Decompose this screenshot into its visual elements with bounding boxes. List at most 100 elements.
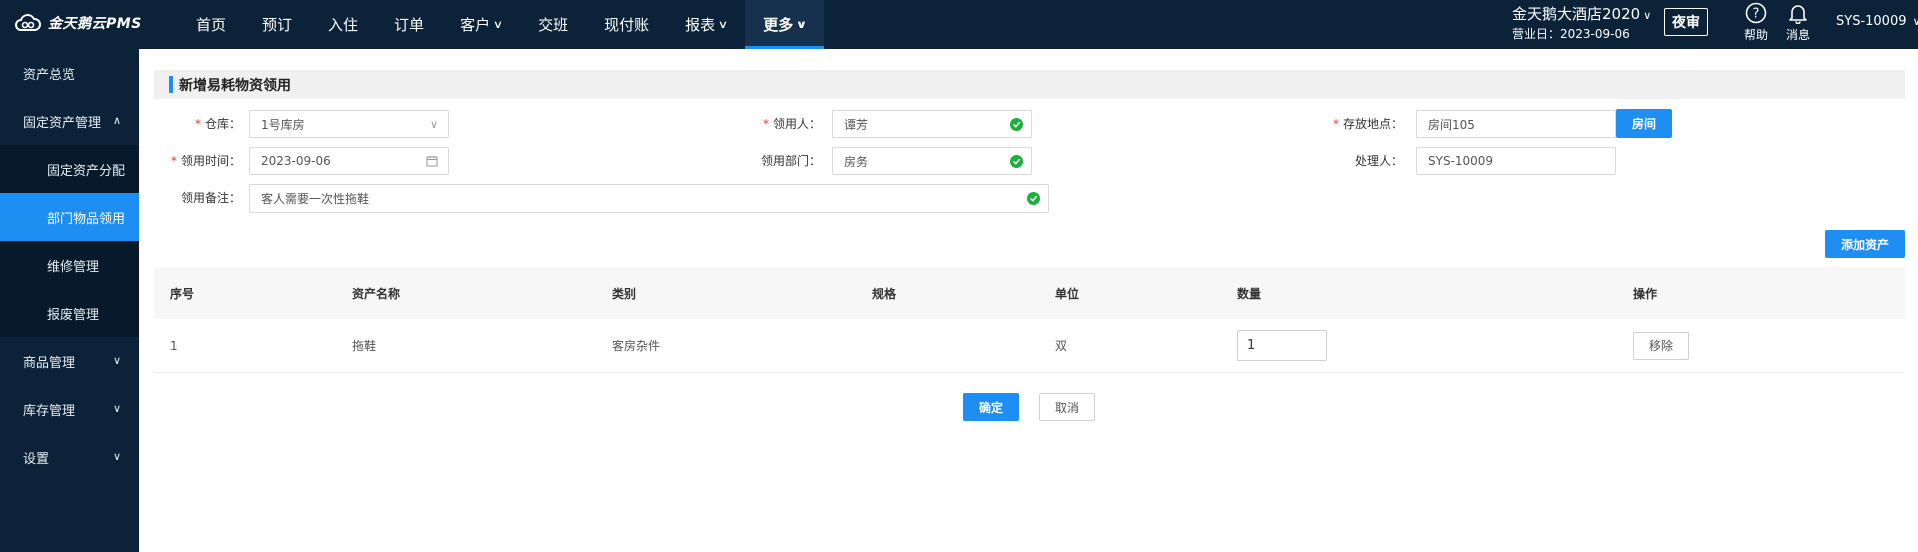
messages-button[interactable]: 消息 — [1778, 2, 1818, 43]
handler-value: SYS-10009 — [1428, 154, 1494, 168]
location-input[interactable]: 房间105 — [1416, 110, 1616, 138]
nav-home[interactable]: 首页 — [178, 0, 244, 49]
cloud-logo-icon — [15, 14, 41, 31]
column-header: 资产名称 — [352, 286, 401, 301]
help-icon: ? — [1745, 2, 1767, 24]
column-header: 单位 — [1055, 286, 1080, 301]
nav-label: 订单 — [394, 16, 425, 34]
department-input[interactable]: 房务 — [832, 147, 1032, 175]
required-mark: * — [194, 117, 201, 131]
remark-input[interactable]: 客人需要一次性拖鞋 — [249, 184, 1049, 213]
asset-unit: 双 — [1055, 339, 1068, 353]
table-header: 序号 资产名称 类别 规格 单位 数量 操作 — [154, 267, 1905, 319]
nav-label: 入住 — [328, 16, 359, 34]
cancel-button[interactable]: 取消 — [1039, 393, 1095, 421]
sidebar-item-asset-overview[interactable]: 资产总览 — [0, 49, 139, 97]
location-label: * 存放地点： — [1299, 115, 1403, 132]
location-label-text: 存放地点： — [1342, 117, 1403, 131]
confirm-button[interactable]: 确定 — [963, 393, 1019, 421]
remove-button[interactable]: 移除 — [1633, 331, 1689, 360]
night-audit-button[interactable]: 夜审 — [1664, 8, 1708, 36]
date-label-text: 领用时间： — [180, 154, 241, 168]
sidebar-item-label: 设置 — [23, 451, 50, 467]
handler-label-text: 处理人： — [1354, 154, 1403, 168]
user-menu[interactable]: SYS-10009 ∨ — [1836, 14, 1918, 29]
sidebar: 资产总览 固定资产管理 ∧ 固定资产分配 部门物品领用 维修管理 报废管理 商品管… — [0, 49, 139, 552]
sidebar-item-label: 资产总览 — [23, 67, 76, 83]
handler-input[interactable]: SYS-10009 — [1416, 147, 1616, 175]
room-picker-button[interactable]: 房间 — [1616, 109, 1672, 138]
nav-shift[interactable]: 交班 — [520, 0, 586, 49]
nav-cash-account[interactable]: 现付账 — [586, 0, 667, 49]
nav-reservation[interactable]: 预订 — [244, 0, 310, 49]
asset-table: 序号 资产名称 类别 规格 单位 数量 操作 1 拖鞋 客房杂件 双 1 移除 — [154, 267, 1905, 373]
nav-more[interactable]: 更多 ∨ — [745, 0, 825, 49]
sidebar-item-settings[interactable]: 设置 ∨ — [0, 433, 139, 481]
date-label: * 领用时间： — [139, 152, 241, 169]
sidebar-item-products[interactable]: 商品管理 ∨ — [0, 337, 139, 385]
quantity-cell: 1 — [1237, 319, 1327, 372]
sidebar-item-maintenance[interactable]: 维修管理 — [0, 241, 139, 289]
remark-label: 领用备注： — [139, 189, 241, 206]
remark-value: 客人需要一次性拖鞋 — [261, 192, 370, 206]
column-header: 数量 — [1237, 286, 1262, 301]
remark-label-text: 领用备注： — [180, 191, 241, 205]
row-index: 1 — [170, 338, 178, 353]
main-nav: 首页 预订 入住 订单 客户 ∨ 交班 现付账 报表 ∨ 更多 ∨ — [178, 0, 825, 49]
app-logo[interactable]: 金天鹅云PMS — [14, 13, 142, 33]
nav-orders[interactable]: 订单 — [376, 0, 442, 49]
sidebar-item-label: 固定资产管理 — [23, 115, 102, 131]
sidebar-item-scrap[interactable]: 报废管理 — [0, 289, 139, 337]
recipient-label-text: 领用人： — [772, 117, 821, 131]
department-value: 房务 — [844, 154, 869, 169]
nav-label: 交班 — [538, 16, 569, 34]
chevron-down-icon: ∨ — [717, 18, 729, 31]
bell-icon — [1789, 5, 1807, 24]
nav-customers[interactable]: 客户 ∨ — [442, 0, 520, 49]
chevron-down-icon: ∨ — [795, 18, 808, 31]
asset-name: 拖鞋 — [352, 339, 377, 353]
quantity-input[interactable]: 1 — [1237, 330, 1327, 361]
date-value: 2023-09-06 — [261, 154, 331, 168]
chevron-down-icon: ∨ — [112, 354, 121, 367]
chevron-down-icon: ∨ — [112, 402, 121, 415]
nav-reports[interactable]: 报表 ∨ — [667, 0, 745, 49]
required-mark: * — [1332, 117, 1339, 131]
sidebar-item-label: 部门物品领用 — [47, 211, 126, 227]
department-label: 领用部门： — [719, 152, 821, 169]
business-day: 营业日：2023-09-06 — [1512, 27, 1630, 41]
recipient-input[interactable]: 谭芳 — [832, 110, 1032, 138]
chevron-up-icon: ∧ — [112, 114, 121, 127]
sidebar-item-department-requisition[interactable]: 部门物品领用 — [0, 193, 139, 241]
messages-label: 消息 — [1785, 28, 1810, 42]
warehouse-label: * 仓库： — [139, 115, 241, 132]
section-header: 新增易耗物资领用 — [154, 70, 1905, 99]
sidebar-item-label: 商品管理 — [23, 355, 76, 371]
location-value: 房间105 — [1428, 117, 1475, 132]
nav-label: 客户 — [460, 16, 491, 34]
chevron-down-icon: ∨ — [112, 450, 121, 463]
app-logo-text: 金天鹅云PMS — [48, 16, 142, 32]
add-asset-button[interactable]: 添加资产 — [1825, 230, 1905, 258]
sidebar-item-fixed-assets[interactable]: 固定资产管理 ∧ — [0, 97, 139, 145]
nav-checkin[interactable]: 入住 — [310, 0, 376, 49]
chevron-down-icon: ∨ — [1643, 9, 1652, 22]
hotel-selector[interactable]: 金天鹅大酒店2020 ∨ 营业日：2023-09-06 — [1512, 5, 1651, 44]
date-picker[interactable]: 2023-09-06 — [249, 147, 449, 175]
warehouse-select[interactable]: 1号库房 ∨ — [249, 110, 449, 138]
chevron-down-icon: ∨ — [429, 118, 438, 131]
svg-text:?: ? — [1753, 7, 1760, 22]
main-content: 新增易耗物资领用 * 仓库： 1号库房 ∨ * 领用人： 谭芳 * 存放地点： 房间1… — [139, 49, 1918, 552]
nav-label: 现付账 — [604, 16, 650, 34]
table-row: 1 拖鞋 客房杂件 双 1 移除 — [154, 319, 1905, 373]
help-button[interactable]: ? 帮助 — [1736, 2, 1776, 43]
handler-label: 处理人： — [1299, 152, 1403, 169]
page-title: 新增易耗物资领用 — [179, 77, 291, 94]
sidebar-item-asset-allocation[interactable]: 固定资产分配 — [0, 145, 139, 193]
column-header: 操作 — [1633, 286, 1658, 301]
sidebar-item-inventory[interactable]: 库存管理 ∨ — [0, 385, 139, 433]
column-header: 序号 — [170, 286, 195, 301]
nav-label: 首页 — [196, 16, 227, 34]
sidebar-item-label: 库存管理 — [23, 403, 76, 419]
department-label-text: 领用部门： — [760, 154, 821, 168]
